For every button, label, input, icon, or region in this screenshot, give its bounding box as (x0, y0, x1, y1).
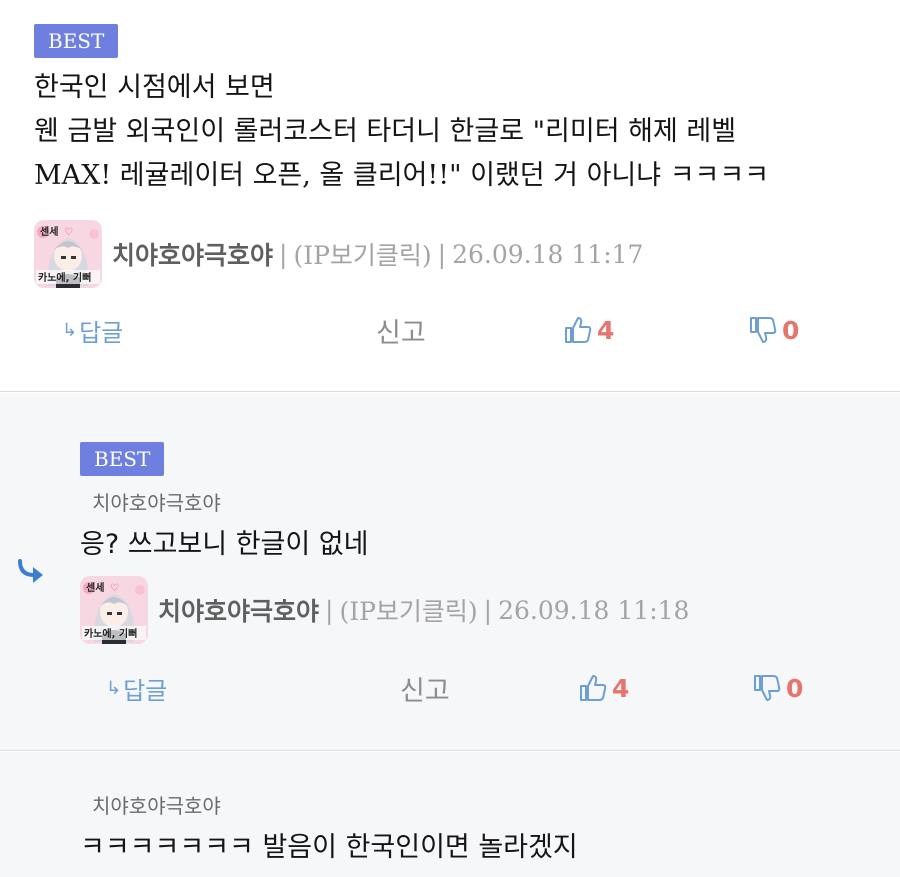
comment-line: 웬 금발 외국인이 롤러코스터 타더니 한글로 "리미터 해제 레벨 (34, 116, 737, 147)
reply-button[interactable]: ↳ 답글 (106, 668, 167, 708)
avatar[interactable]: 센세 ♡ 카노에, 기뻐 (34, 220, 102, 288)
comment-meta: 센세 ♡ 카노에, 기뻐 치야호야극호야 | (IP보기클릭) | 26.09.… (34, 220, 644, 288)
comment-body: 한국인 시점에서 보면 웬 금발 외국인이 롤러코스터 타더니 한글로 "리미터… (34, 66, 769, 198)
svg-text:센세: 센세 (86, 581, 104, 594)
timestamp: 26.09.18 11:18 (498, 595, 690, 625)
like-count: 4 (612, 673, 630, 703)
thumbs-down-icon (754, 675, 781, 701)
dislike-button[interactable]: 0 (748, 310, 799, 350)
thumbs-up-icon (580, 675, 607, 701)
comment-1: BEST 한국인 시점에서 보면 웬 금발 외국인이 롤러코스터 타더니 한글로… (0, 0, 900, 392)
ip-link[interactable]: (IP보기클릭) (339, 592, 477, 628)
svg-text:카노에, 기뻐: 카노에, 기뻐 (38, 271, 91, 284)
best-badge: BEST (34, 24, 119, 58)
author-nickname[interactable]: 치야호야극호야 (112, 236, 273, 272)
reply-label: 답글 (123, 676, 168, 705)
comment-line: 응? 쓰고보니 한글이 없네 (80, 529, 369, 560)
comment-line: ㅋㅋㅋㅋㅋㅋㅋ 발음이 한국인이면 놀라겠지 (80, 832, 578, 863)
meta-separator: | (325, 595, 334, 625)
reply-arrow-icon: ↳ (106, 677, 122, 699)
report-button[interactable]: 신고 (376, 310, 426, 350)
reply-button[interactable]: ↳ 답글 (62, 310, 123, 350)
like-button[interactable]: 4 (563, 310, 614, 350)
meta-separator: | (279, 239, 288, 269)
like-count: 4 (597, 315, 615, 345)
author-nickname[interactable]: 치야호야극호야 (158, 592, 319, 628)
comment-line: MAX! 레귤레이터 오픈, 올 클리어!!" 이랬던 거 아니냐 ㅋㅋㅋㅋ (34, 160, 770, 191)
report-label: 신고 (400, 675, 450, 707)
thumbs-down-icon (750, 317, 777, 343)
avatar[interactable]: 센세 ♡ 카노에, 기뻐 (80, 576, 148, 644)
like-button[interactable]: 4 (578, 668, 629, 708)
dislike-count: 0 (782, 315, 800, 345)
comment-actions: ↳ 답글 신고 4 0 (0, 310, 900, 350)
best-badge: BEST (80, 442, 165, 476)
dislike-count: 0 (786, 673, 804, 703)
meta-separator: | (483, 595, 493, 625)
timestamp: 26.09.18 11:17 (452, 239, 644, 269)
comment-meta: 센세 ♡ 카노에, 기뻐 치야호야극호야 | (IP보기클릭) | 26.09.… (80, 576, 690, 644)
reply-target-nickname: 치야호야극호야 (92, 794, 221, 818)
comment-3-reply: 치야호야극호야 ㅋㅋㅋㅋㅋㅋㅋ 발음이 한국인이면 놀라겠지 (0, 752, 900, 877)
svg-text:카노에, 기뻐: 카노에, 기뻐 (84, 627, 137, 640)
thumbs-up-icon (565, 317, 592, 343)
comment-line: 한국인 시점에서 보면 (34, 72, 275, 103)
comment-2-reply: BEST 치야호야극호야 응? 쓰고보니 한글이 없네 센세 ♡ 카노에, 기뻐… (0, 393, 900, 751)
report-label: 신고 (376, 317, 426, 349)
comment-body: 응? 쓰고보니 한글이 없네 (80, 523, 368, 567)
ip-link[interactable]: (IP보기클릭) (293, 236, 431, 272)
reply-indent-arrow-icon (16, 559, 46, 589)
meta-separator: | (437, 239, 447, 269)
reply-target-nickname: 치야호야극호야 (92, 491, 221, 515)
svg-text:♡: ♡ (64, 227, 73, 238)
reply-arrow-icon: ↳ (62, 319, 78, 341)
dislike-button[interactable]: 0 (752, 668, 803, 708)
svg-text:센세: 센세 (40, 225, 58, 238)
svg-text:♡: ♡ (110, 583, 119, 594)
report-button[interactable]: 신고 (400, 668, 450, 708)
comment-body: ㅋㅋㅋㅋㅋㅋㅋ 발음이 한국인이면 놀라겠지 (80, 826, 578, 870)
reply-label: 답글 (79, 318, 124, 347)
comment-actions: ↳ 답글 신고 4 0 (0, 668, 900, 708)
